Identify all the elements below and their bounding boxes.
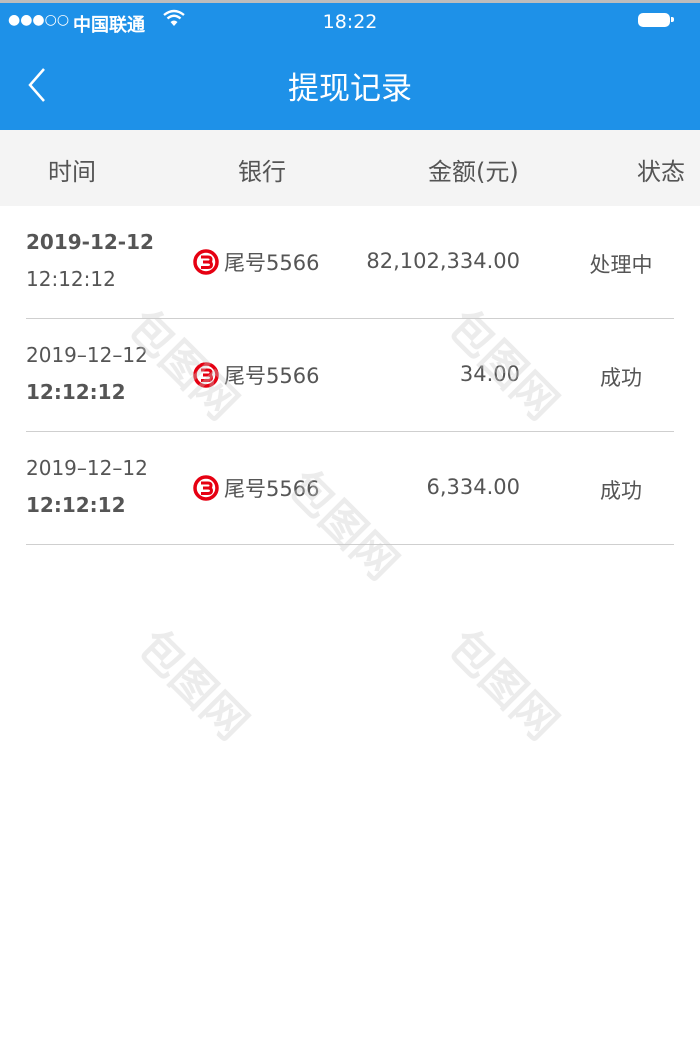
watermark: 包图网 bbox=[438, 620, 568, 750]
row-bank: 尾号5566 bbox=[192, 360, 319, 390]
row-date: 2019–12–12 bbox=[26, 343, 148, 367]
column-header-time: 时间 bbox=[48, 158, 96, 186]
top-bar: ●●●○○ 中国联通 18:22 提现记录 bbox=[0, 0, 700, 130]
row-amount: 82,102,334.00 bbox=[366, 249, 520, 273]
table-row[interactable]: 2019–12–12 12:12:12 尾号5566 6,334.00 成功 bbox=[0, 432, 700, 545]
table-row[interactable]: 2019–12–12 12:12:12 尾号5566 34.00 成功 bbox=[0, 319, 700, 432]
row-status: 成功 bbox=[600, 366, 642, 390]
bank-account-tail: 尾号5566 bbox=[224, 251, 320, 275]
bank-logo-icon bbox=[193, 249, 219, 275]
column-header-status: 状态 bbox=[637, 158, 685, 186]
row-status: 成功 bbox=[600, 479, 642, 503]
row-time: 12:12:12 bbox=[26, 493, 126, 517]
status-bar: ●●●○○ 中国联通 18:22 bbox=[0, 3, 700, 41]
bank-logo-icon bbox=[193, 475, 219, 501]
row-amount: 34.00 bbox=[459, 362, 520, 386]
clock: 18:22 bbox=[322, 11, 378, 33]
bank-account-tail: 尾号5566 bbox=[224, 364, 320, 388]
row-amount: 6,334.00 bbox=[426, 475, 520, 499]
row-time: 12:12:12 bbox=[26, 380, 126, 404]
battery-icon bbox=[638, 13, 674, 27]
column-header-amount: 金额(元) bbox=[428, 158, 519, 186]
bank-account-tail: 尾号5566 bbox=[224, 477, 320, 501]
row-status: 处理中 bbox=[589, 253, 653, 277]
table-row[interactable]: 2019-12-12 12:12:12 尾号5566 82,102,334.00 处理中 bbox=[0, 206, 700, 319]
bank-logo-icon bbox=[193, 362, 219, 388]
row-date: 2019-12-12 bbox=[26, 230, 154, 254]
watermark: 包图网 bbox=[128, 620, 258, 750]
page-title: 提现记录 bbox=[288, 71, 412, 107]
table-header: 时间 银行 金额(元) 状态 bbox=[0, 130, 700, 206]
nav-bar: 提现记录 bbox=[0, 43, 700, 130]
row-bank: 尾号5566 bbox=[192, 247, 319, 277]
row-bank: 尾号5566 bbox=[192, 473, 319, 503]
row-divider bbox=[26, 543, 674, 545]
column-header-bank: 银行 bbox=[238, 158, 286, 186]
row-date: 2019–12–12 bbox=[26, 456, 148, 480]
row-time: 12:12:12 bbox=[26, 267, 116, 291]
